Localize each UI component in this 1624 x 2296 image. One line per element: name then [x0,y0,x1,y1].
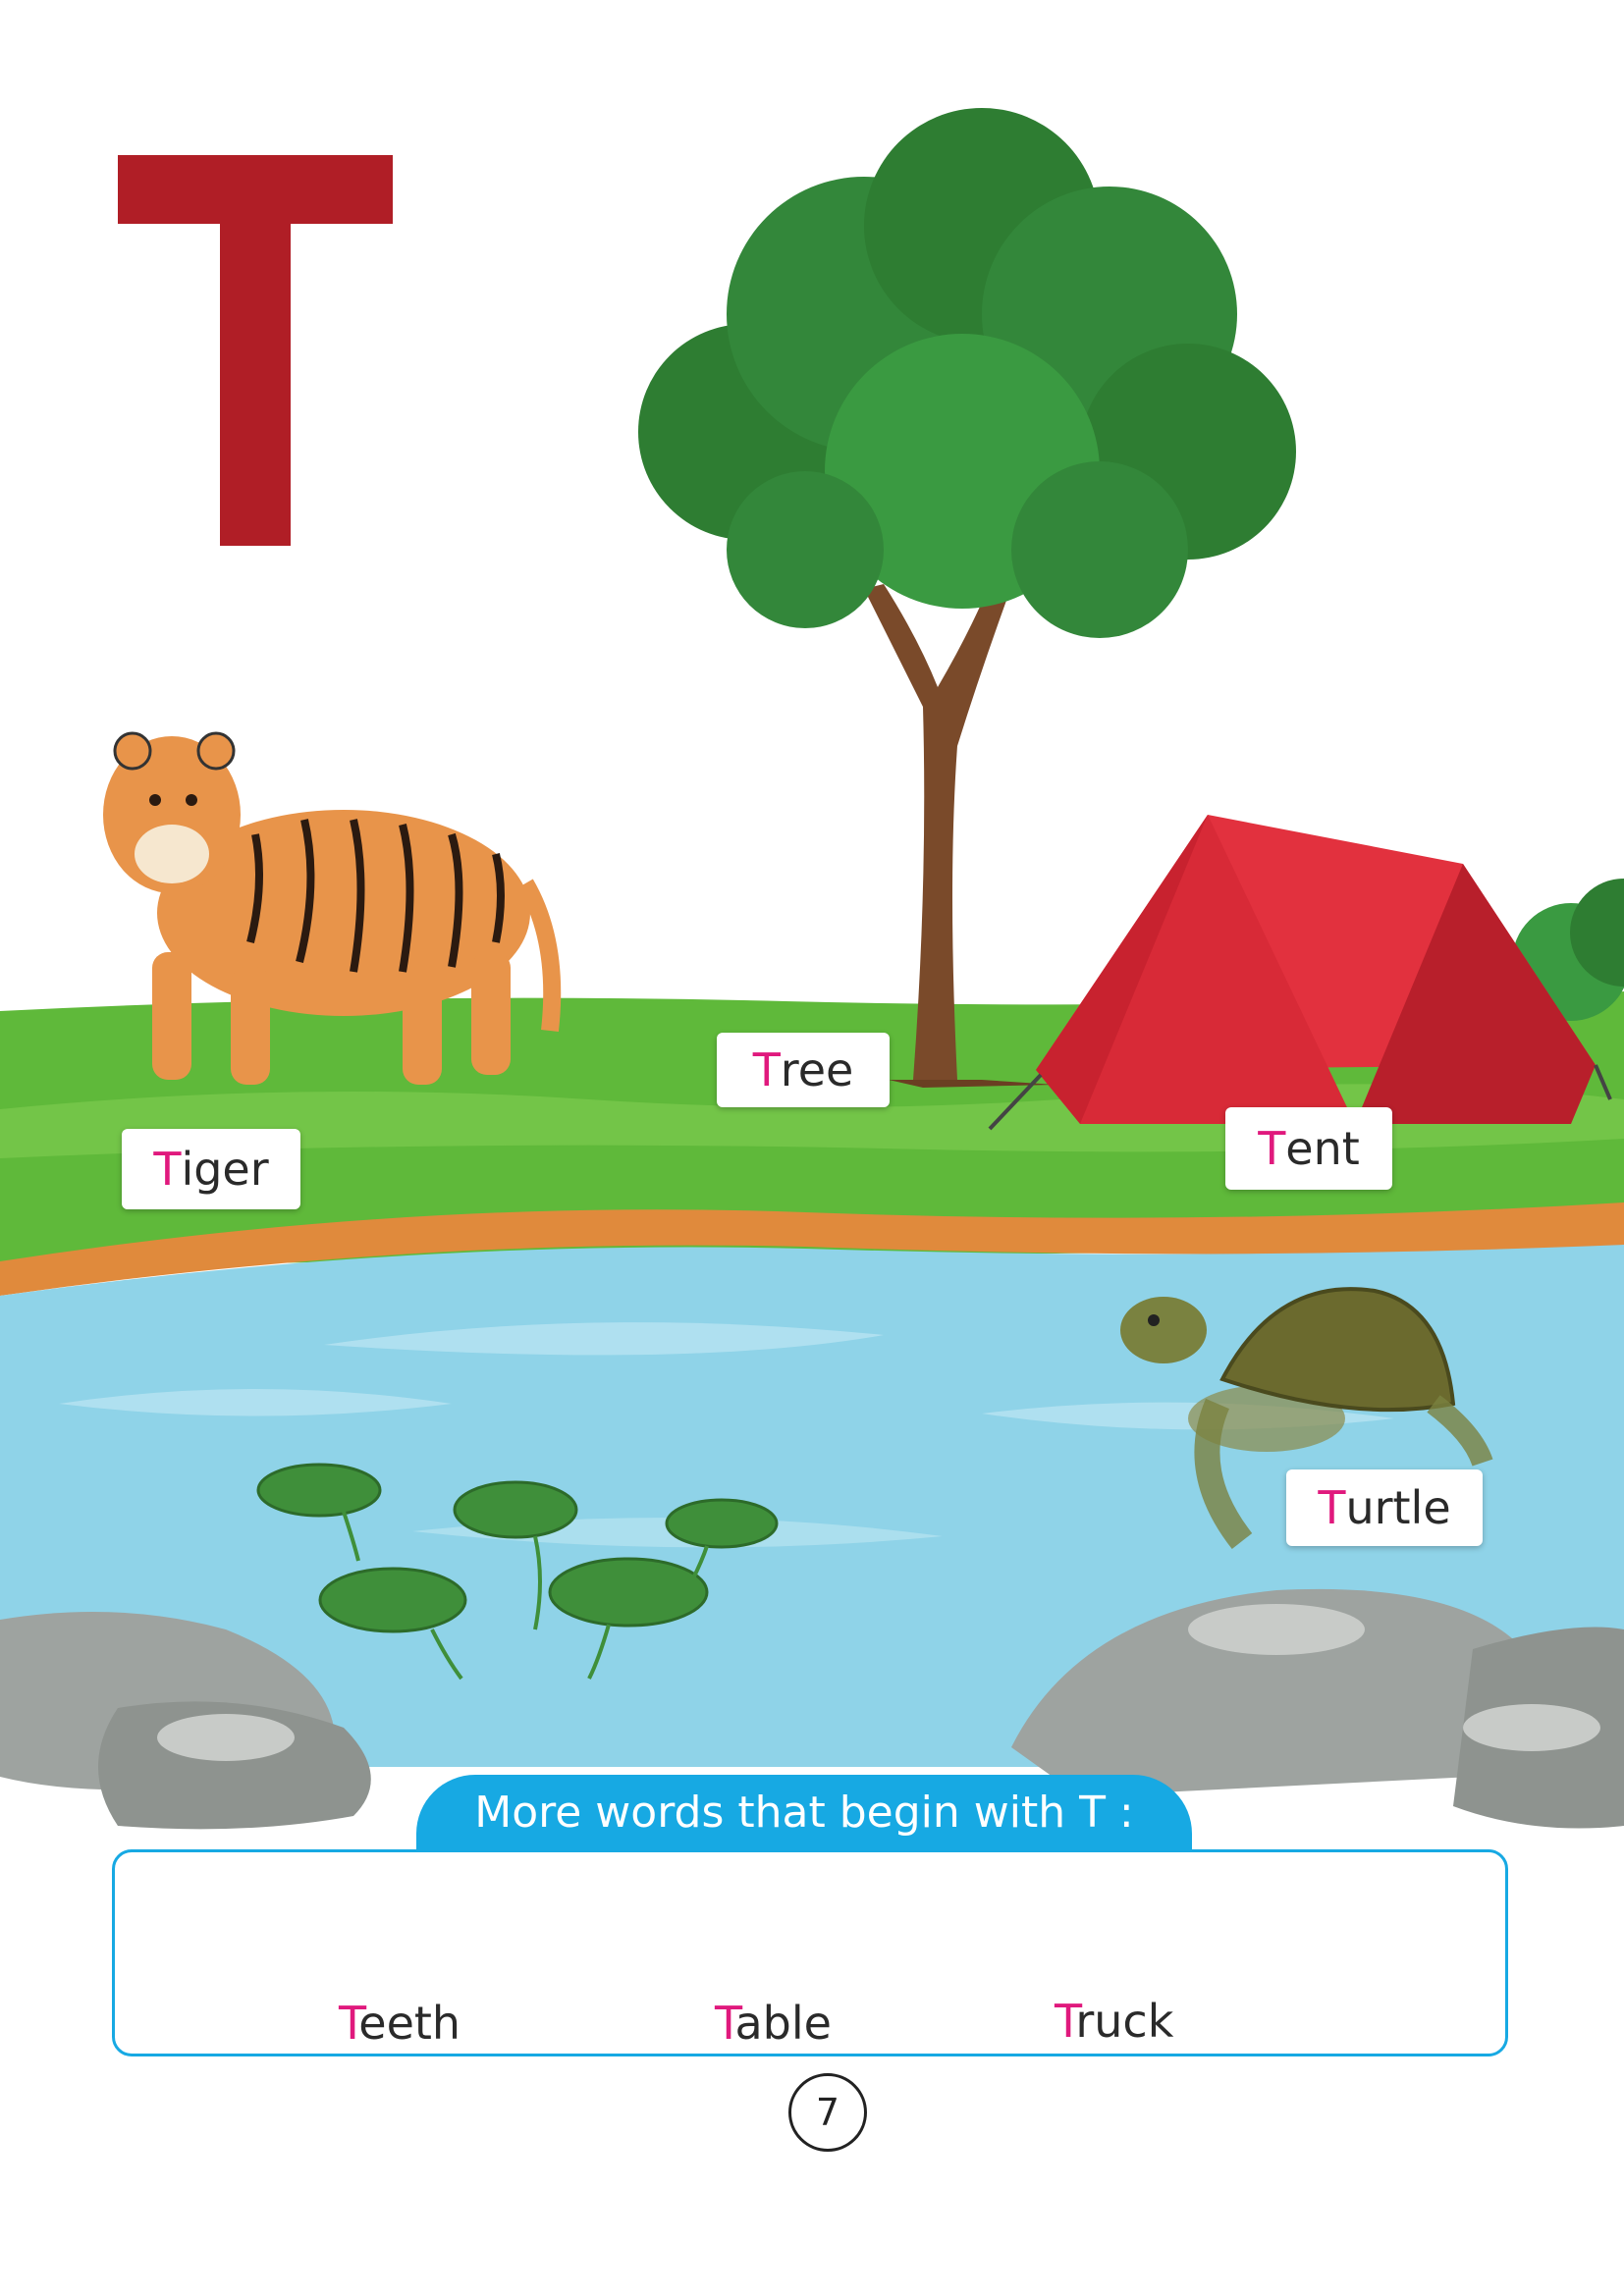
page-number: 7 [788,2073,867,2152]
word-first-letter: T [715,1997,735,2050]
label-turtle: Turtle [1286,1469,1483,1546]
label-tree: Tree [717,1033,890,1107]
label-tent: Tent [1225,1107,1392,1190]
word-teeth: Teeth [339,1997,460,2050]
tent-illustration [988,815,1612,1131]
word-rest: ruck [1075,1995,1174,2048]
word-table: Table [715,1997,832,2050]
label-first-letter: T [1258,1122,1286,1175]
word-rest: able [734,1997,832,2050]
label-first-letter: T [752,1043,781,1096]
word-truck: Truck [1055,1995,1173,2048]
letter-t-glyph [118,155,393,546]
label-first-letter: T [153,1143,182,1196]
label-first-letter: T [1318,1481,1346,1534]
word-first-letter: T [1055,1995,1076,2048]
word-first-letter: T [339,1997,359,2050]
label-rest: urtle [1345,1481,1451,1534]
label-rest: ree [780,1043,854,1096]
label-rest: ent [1285,1122,1360,1175]
label-tiger: Tiger [122,1129,300,1209]
label-rest: iger [181,1143,269,1196]
word-rest: eeth [358,1997,461,2050]
more-words-heading: More words that begin with T : [416,1775,1192,1849]
alphabet-page: Tiger Tree Tent Turtle More words that b… [0,0,1624,2296]
